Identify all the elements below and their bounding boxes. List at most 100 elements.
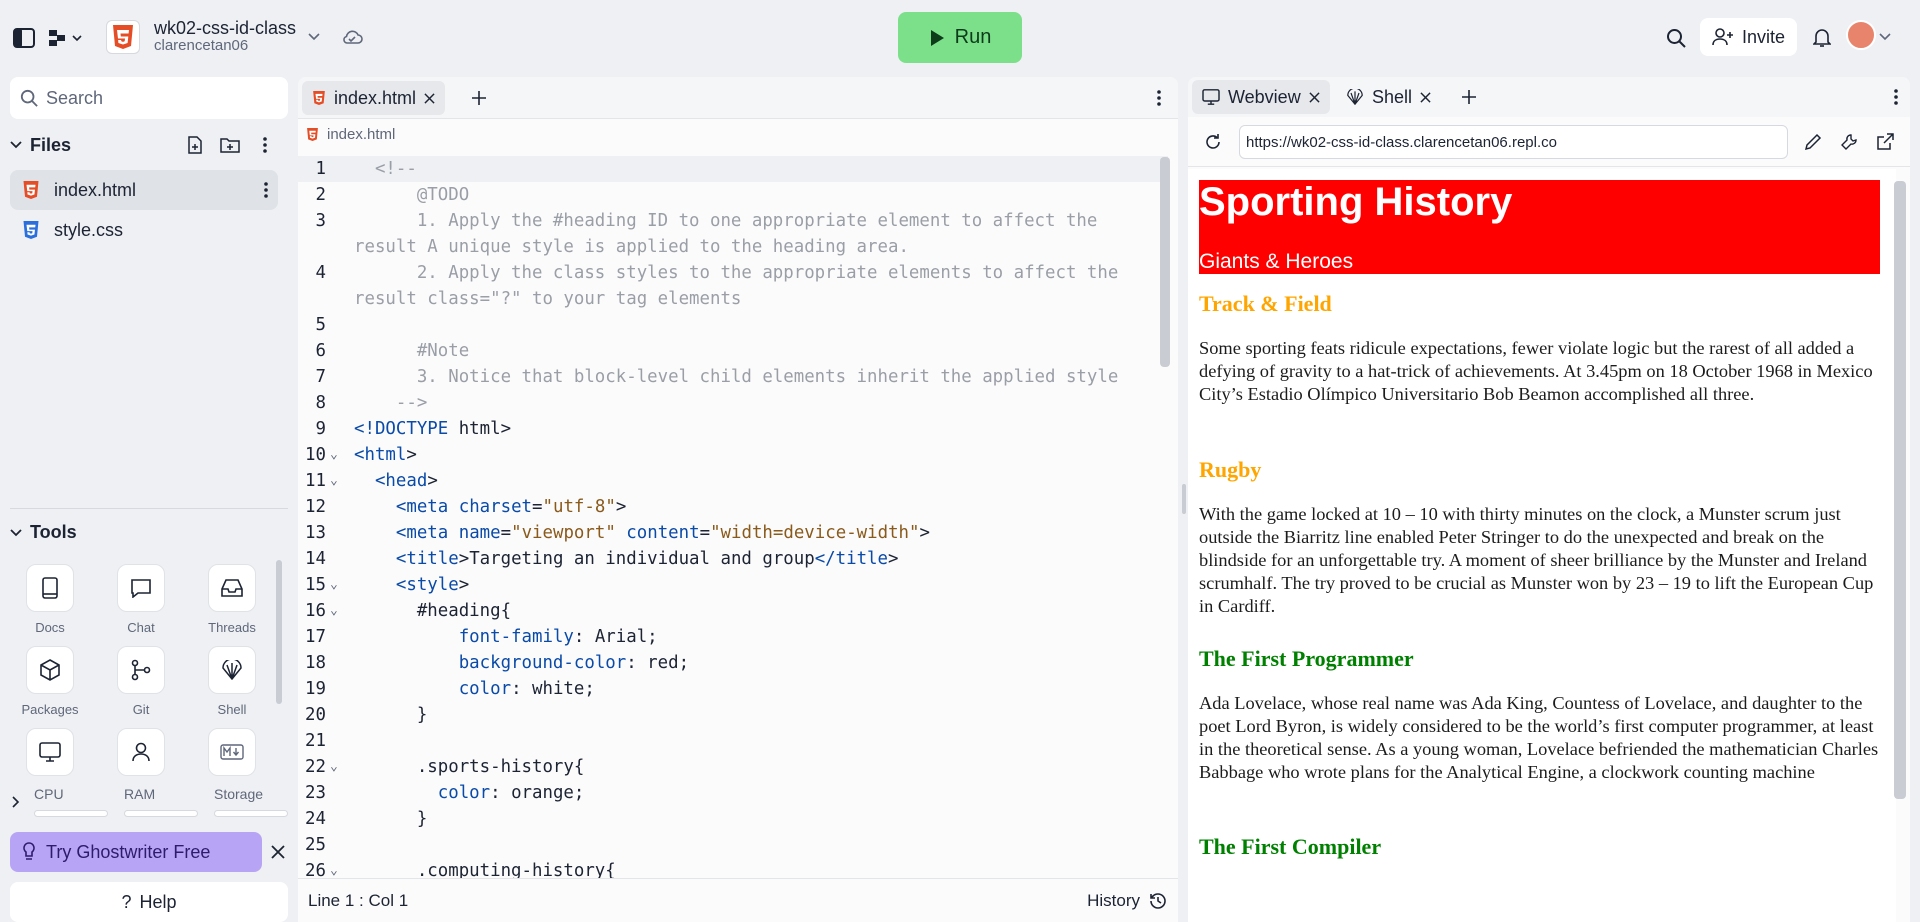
code-text: background-color: red; bbox=[458, 653, 690, 673]
tools-scrollbar[interactable] bbox=[276, 560, 282, 704]
more-vertical-icon[interactable] bbox=[1888, 86, 1904, 108]
code-line[interactable]: 14 <title>Targeting an individual and gr… bbox=[298, 546, 1168, 572]
run-button[interactable]: Run bbox=[898, 12, 1022, 63]
code-line[interactable]: 5 bbox=[298, 312, 1168, 338]
tool-user[interactable] bbox=[101, 728, 181, 776]
line-number: 24 bbox=[305, 809, 326, 829]
fold-chevron-icon[interactable]: ⌄ bbox=[330, 442, 338, 468]
code-text: --> bbox=[354, 393, 428, 413]
history-button[interactable]: History bbox=[1087, 891, 1168, 911]
edit-icon[interactable] bbox=[1802, 131, 1824, 153]
line-number: 14 bbox=[305, 549, 326, 569]
resource-usage[interactable]: CPU RAM Storage bbox=[10, 786, 288, 824]
tool-webview[interactable] bbox=[10, 728, 90, 776]
close-icon[interactable] bbox=[424, 92, 435, 104]
code-area[interactable]: 1 <!-- 2 @TODO 3 1. Apply the #heading ID … bbox=[298, 156, 1168, 878]
code-line[interactable]: 26 ⌄ .computing-history{ bbox=[298, 858, 1168, 878]
url-input[interactable]: https://wk02-css-id-class.clarencetan06.… bbox=[1239, 125, 1788, 159]
webview-scrollbar[interactable] bbox=[1894, 181, 1906, 799]
invite-button[interactable]: Invite bbox=[1700, 18, 1797, 56]
code-line[interactable]: 4 2. Apply the class styles to the appro… bbox=[298, 260, 1168, 286]
code-line[interactable]: 2 @TODO bbox=[298, 182, 1168, 208]
code-line[interactable]: 3 1. Apply the #heading ID to one approp… bbox=[298, 208, 1168, 234]
code-line[interactable]: 12 <meta charset="utf-8"> bbox=[298, 494, 1168, 520]
avatar[interactable] bbox=[1846, 20, 1876, 50]
code-line[interactable]: 1 <!-- bbox=[298, 156, 1168, 182]
tab-index-html[interactable]: index.html bbox=[302, 81, 446, 115]
bell-icon[interactable] bbox=[1811, 26, 1833, 50]
code-line[interactable]: 8 --> bbox=[298, 390, 1168, 416]
close-icon[interactable] bbox=[1309, 91, 1320, 103]
avatar-chevron-icon[interactable] bbox=[1878, 30, 1892, 44]
code-line[interactable]: 11 ⌄ <head> bbox=[298, 468, 1168, 494]
code-line[interactable]: 10 ⌄ <html> bbox=[298, 442, 1168, 468]
tools-header[interactable]: Tools bbox=[10, 522, 77, 543]
help-label: Help bbox=[139, 891, 177, 912]
add-tab-icon[interactable] bbox=[468, 87, 490, 109]
breadcrumb-file[interactable]: index.html bbox=[327, 126, 395, 143]
code-line[interactable]: 17 font-family: Arial; bbox=[298, 624, 1168, 650]
tool-git[interactable]: Git bbox=[101, 646, 181, 717]
cursor-position[interactable]: Line 1 : Col 1 bbox=[308, 891, 408, 911]
code-line[interactable]: 6 #Note bbox=[298, 338, 1168, 364]
file-item-style-css[interactable]: style.css bbox=[10, 210, 278, 250]
new-folder-icon[interactable] bbox=[219, 134, 241, 156]
repl-owner[interactable]: clarencetan06 bbox=[154, 37, 248, 54]
code-line[interactable]: 16 ⌄ #heading{ bbox=[298, 598, 1168, 624]
code-line[interactable]: 7 3. Notice that block-level child eleme… bbox=[298, 364, 1168, 390]
tab-shell[interactable]: Shell bbox=[1336, 80, 1441, 114]
more-vertical-icon[interactable] bbox=[256, 134, 274, 156]
code-line[interactable]: 20 } bbox=[298, 702, 1168, 728]
cloud-sync-icon[interactable] bbox=[340, 26, 364, 48]
help-icon: ? bbox=[121, 891, 132, 912]
add-tab-icon[interactable] bbox=[1458, 86, 1480, 108]
code-line[interactable]: 13 <meta name="viewport" content="width=… bbox=[298, 520, 1168, 546]
tool-markdown[interactable] bbox=[192, 728, 272, 776]
code-line[interactable]: 22 ⌄ .sports-history{ bbox=[298, 754, 1168, 780]
tool-packages[interactable]: Packages bbox=[10, 646, 90, 717]
new-file-icon[interactable] bbox=[184, 134, 206, 156]
external-link-icon[interactable] bbox=[1874, 131, 1896, 153]
repl-title[interactable]: wk02-css-id-class bbox=[154, 18, 296, 39]
close-icon[interactable] bbox=[1420, 91, 1431, 103]
tool-chat[interactable]: Chat bbox=[101, 564, 181, 635]
chevron-down-icon[interactable] bbox=[305, 28, 323, 46]
code-line[interactable]: 15 ⌄ <style> bbox=[298, 572, 1168, 598]
sidebar-toggle-icon[interactable] bbox=[12, 26, 36, 50]
tool-threads[interactable]: Threads bbox=[192, 564, 272, 635]
wrench-icon[interactable] bbox=[1838, 131, 1860, 153]
code-line[interactable]: 25 bbox=[298, 832, 1168, 858]
more-vertical-icon[interactable] bbox=[264, 182, 268, 198]
search-input[interactable]: Search bbox=[10, 77, 288, 119]
code-line[interactable]: 18 background-color: red; bbox=[298, 650, 1168, 676]
code-line[interactable]: 19 color: white; bbox=[298, 676, 1168, 702]
fold-chevron-icon[interactable]: ⌄ bbox=[330, 572, 338, 598]
ghostwriter-button[interactable]: Try Ghostwriter Free bbox=[10, 832, 262, 872]
files-header[interactable]: Files bbox=[10, 132, 288, 158]
more-vertical-icon[interactable] bbox=[1150, 87, 1168, 109]
close-icon[interactable] bbox=[268, 842, 288, 862]
tool-docs[interactable]: Docs bbox=[10, 564, 90, 635]
fold-chevron-icon[interactable]: ⌄ bbox=[330, 468, 338, 494]
help-button[interactable]: ? Help bbox=[10, 882, 288, 922]
fold-chevron-icon[interactable]: ⌄ bbox=[330, 598, 338, 624]
tab-label: Webview bbox=[1228, 86, 1301, 107]
code-line[interactable]: 9 <!DOCTYPE html> bbox=[298, 416, 1168, 442]
code-line[interactable]: 24 } bbox=[298, 806, 1168, 832]
code-line[interactable]: 21 bbox=[298, 728, 1168, 754]
tab-webview[interactable]: Webview bbox=[1192, 80, 1330, 114]
file-item-index-html[interactable]: index.html bbox=[10, 170, 278, 210]
search-icon[interactable] bbox=[1664, 26, 1688, 50]
line-number: 19 bbox=[305, 679, 326, 699]
fold-chevron-icon[interactable]: ⌄ bbox=[330, 858, 338, 878]
editor-scrollbar[interactable] bbox=[1160, 157, 1170, 367]
fold-chevron-icon[interactable]: ⌄ bbox=[330, 754, 338, 780]
replit-menu-icon[interactable] bbox=[46, 26, 86, 50]
code-line[interactable]: result A unique style is applied to the … bbox=[298, 234, 1168, 260]
tool-shell[interactable]: Shell bbox=[192, 646, 272, 717]
refresh-icon[interactable] bbox=[1202, 131, 1224, 153]
cpu-label: CPU bbox=[34, 786, 64, 802]
code-line[interactable]: 23 color: orange; bbox=[298, 780, 1168, 806]
code-line[interactable]: result class="?" to your tag elements bbox=[298, 286, 1168, 312]
pane-resize-handle[interactable] bbox=[1182, 484, 1186, 514]
